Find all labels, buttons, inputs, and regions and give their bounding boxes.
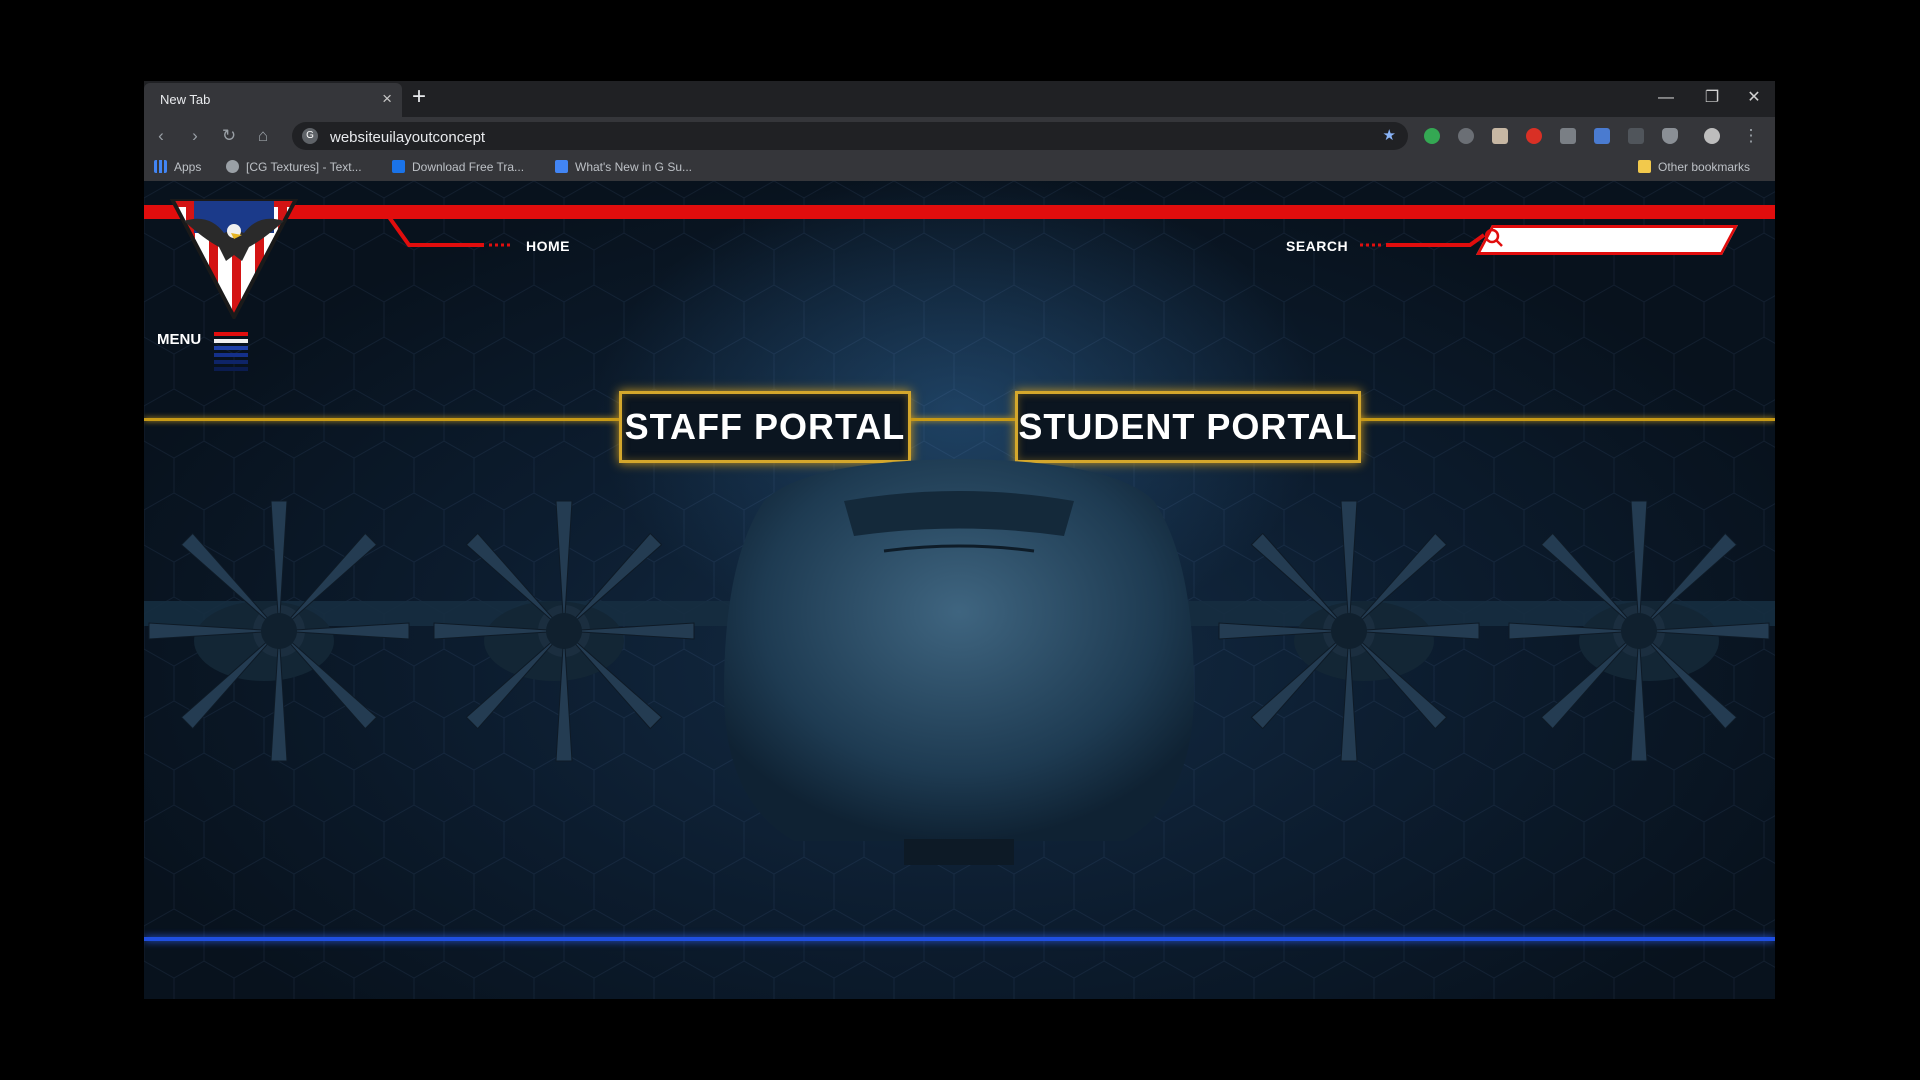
aircraft-illustration	[144, 459, 1775, 865]
nav-search-label: SEARCH	[1286, 238, 1349, 254]
extension-icon[interactable]	[1424, 128, 1440, 144]
search-icon[interactable]	[1484, 228, 1504, 248]
tab-close-icon[interactable]: ×	[382, 89, 392, 109]
address-bar[interactable]: G ★	[292, 122, 1408, 150]
browser-toolbar: ‹ › ↻ ⌂ G ★ ⋮	[144, 117, 1775, 155]
gold-line-center	[905, 418, 1015, 421]
page-content: HOME SEARCH MENU STAFF PORTAL STUDENT PO…	[144, 181, 1775, 999]
nav-home-link[interactable]: HOME	[526, 238, 570, 254]
forward-icon[interactable]: ›	[184, 125, 206, 147]
new-tab-button[interactable]: +	[412, 83, 426, 111]
extension-icon[interactable]	[1526, 128, 1542, 144]
url-input[interactable]	[328, 125, 1332, 149]
browser-tab[interactable]: New Tab ×	[144, 83, 402, 117]
folder-icon	[1638, 160, 1651, 173]
extension-icon[interactable]	[1628, 128, 1644, 144]
more-menu-icon[interactable]: ⋮	[1740, 125, 1762, 147]
eagle-flag-logo[interactable]	[164, 199, 304, 319]
site-info-icon[interactable]: G	[302, 128, 318, 144]
menu-button-label[interactable]: MENU	[157, 331, 201, 348]
extension-icon[interactable]	[1458, 128, 1474, 144]
docs-icon	[555, 160, 568, 173]
close-window-button[interactable]: ✕	[1731, 85, 1775, 111]
search-box[interactable]	[1476, 225, 1738, 255]
tab-title: New Tab	[160, 92, 211, 107]
search-input[interactable]	[1516, 230, 1711, 252]
bookmark-star-icon[interactable]: ★	[1383, 126, 1396, 144]
bookmark-other[interactable]: Other bookmarks	[1638, 160, 1750, 174]
gold-line-right	[1355, 418, 1775, 421]
browser-window: New Tab × + — ❐ ✕ ‹ › ↻ ⌂ G ★ ⋮ Apps	[144, 81, 1775, 999]
bookmarks-bar: Apps [CG Textures] - Text... Download Fr…	[144, 155, 1775, 181]
bookmark-apps[interactable]: Apps	[154, 160, 201, 174]
shield-icon[interactable]	[1662, 128, 1678, 144]
bookmark-download-free[interactable]: Download Free Tra...	[392, 160, 524, 174]
bookmark-whats-new[interactable]: What's New in G Su...	[555, 160, 692, 174]
back-icon[interactable]: ‹	[150, 125, 172, 147]
restore-button[interactable]: ❐	[1689, 85, 1735, 111]
gold-line-left	[144, 418, 619, 421]
globe-icon	[226, 160, 239, 173]
profile-avatar-icon[interactable]	[1704, 128, 1720, 144]
hamburger-flag-icon[interactable]	[214, 332, 248, 374]
minimize-button[interactable]: —	[1643, 85, 1689, 111]
home-icon[interactable]: ⌂	[252, 125, 274, 147]
tab-strip: New Tab × + — ❐ ✕	[144, 81, 1775, 117]
bookmark-cg-textures[interactable]: [CG Textures] - Text...	[226, 160, 362, 174]
p-logo-icon	[392, 160, 405, 173]
extension-icon[interactable]	[1560, 128, 1576, 144]
apps-grid-icon	[154, 160, 167, 173]
extension-icon[interactable]	[1594, 128, 1610, 144]
reload-icon[interactable]: ↻	[218, 125, 240, 147]
footer-blue-line	[144, 937, 1775, 941]
extension-icon[interactable]	[1492, 128, 1508, 144]
